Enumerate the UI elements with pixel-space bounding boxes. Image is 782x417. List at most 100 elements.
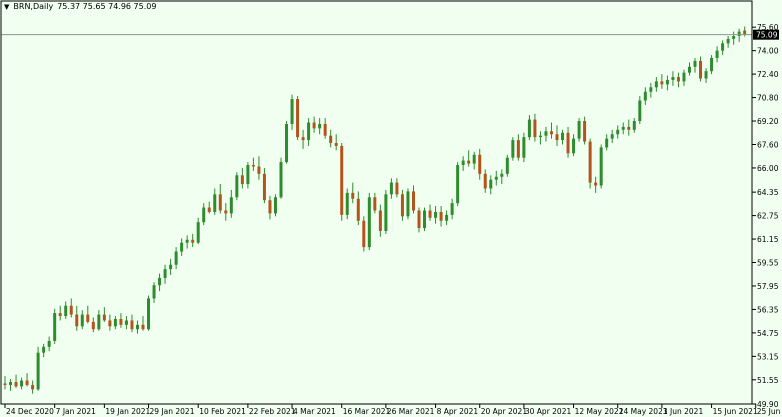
candle xyxy=(102,307,106,322)
candle xyxy=(710,55,714,75)
x-tick-label: 24 Dec 2020 xyxy=(6,407,54,416)
candle xyxy=(450,198,454,220)
candle xyxy=(86,305,90,324)
candle xyxy=(434,206,438,224)
candle xyxy=(36,346,40,391)
candle xyxy=(158,273,162,292)
candle xyxy=(196,217,200,245)
candle xyxy=(373,192,377,214)
candle xyxy=(389,178,393,199)
candle xyxy=(9,379,13,391)
candle-body-down xyxy=(257,166,261,174)
candlestick-chart[interactable]: 75.6074.0072.4070.8069.2067.6066.0064.35… xyxy=(0,0,782,417)
x-tick-label: 4 Mar 2021 xyxy=(293,407,336,416)
candle xyxy=(561,129,565,145)
y-tick-label: 61.15 xyxy=(757,235,779,244)
candle-body-down xyxy=(743,30,747,35)
candle xyxy=(599,144,603,189)
candle-body-up xyxy=(621,126,625,130)
candle-body-up xyxy=(704,71,708,79)
candle xyxy=(235,172,239,201)
candle-body-up xyxy=(605,138,609,148)
candle-body-up xyxy=(124,320,128,325)
candle-body-up xyxy=(544,131,548,136)
triangle-down-icon[interactable]: ▼ xyxy=(4,3,9,11)
candle-body-down xyxy=(676,77,680,82)
chart-window[interactable]: 75.60 74.00 72.40 70.80 69.20 67.60 66.00 64.35… xyxy=(0,0,782,417)
candle xyxy=(31,380,35,394)
candle xyxy=(323,118,327,139)
y-tick-label: 54.75 xyxy=(757,329,779,338)
candle xyxy=(75,305,79,331)
x-tick-label: 10 Feb 2021 xyxy=(199,407,246,416)
candle xyxy=(461,156,465,171)
candle-body-up xyxy=(505,157,509,174)
candle xyxy=(312,116,316,133)
candle xyxy=(500,169,504,185)
candle xyxy=(163,264,167,284)
candle-body-down xyxy=(14,382,18,387)
candle xyxy=(240,167,244,189)
candle xyxy=(20,377,24,390)
candle-body-up xyxy=(632,121,636,130)
candle-body-up xyxy=(290,99,294,124)
y-tick-label: 74.00 xyxy=(757,47,779,56)
candle xyxy=(356,191,360,226)
candle xyxy=(257,156,261,180)
candle-body-down xyxy=(207,207,211,212)
candle xyxy=(180,238,184,256)
candle-body-up xyxy=(721,43,725,51)
candle-body-down xyxy=(362,220,366,248)
candle xyxy=(467,150,471,167)
candle-body-down xyxy=(3,383,7,385)
x-tick-label: 3 Jun 2021 xyxy=(663,407,704,416)
candle xyxy=(527,115,531,141)
candle-body-up xyxy=(235,175,239,198)
candle-body-up xyxy=(135,324,139,330)
candle-body-up xyxy=(737,31,741,36)
candle xyxy=(113,316,117,330)
candle-body-down xyxy=(478,154,482,174)
candle xyxy=(64,301,68,319)
candle xyxy=(351,182,355,204)
candle xyxy=(362,216,366,252)
candle-body-up xyxy=(710,57,714,72)
candle xyxy=(439,206,443,227)
candle xyxy=(533,113,537,142)
candle-body-down xyxy=(251,165,255,167)
candle xyxy=(262,167,266,204)
candle xyxy=(395,178,399,198)
candle-body-up xyxy=(147,298,151,330)
candle xyxy=(687,62,691,76)
candle xyxy=(224,203,228,221)
candle-body-down xyxy=(411,191,415,211)
candle-body-up xyxy=(610,134,614,139)
candle-body-down xyxy=(102,314,106,321)
candle-body-up xyxy=(163,269,167,278)
candle xyxy=(213,188,217,215)
candle xyxy=(671,71,675,86)
candle-body-up xyxy=(80,314,84,327)
candle-body-up xyxy=(9,382,13,385)
candle xyxy=(147,295,151,331)
candle-body-up xyxy=(196,222,200,243)
candle xyxy=(124,316,128,330)
time-axis[interactable]: 24 Dec 2020 7 Jan 2021 19 Jan 2021 29 Jan 2… xyxy=(4,404,782,416)
y-tick-label: 64.35 xyxy=(757,188,779,197)
candle xyxy=(152,282,156,303)
price-axis[interactable]: 75.6074.0072.4070.8069.2067.6066.0064.35… xyxy=(752,23,779,409)
candle-body-down xyxy=(119,318,123,325)
candle xyxy=(632,118,636,133)
candle-body-down xyxy=(588,141,592,183)
candle-body-up xyxy=(687,66,691,73)
candle-body-down xyxy=(75,314,79,327)
candle-body-down xyxy=(566,132,570,154)
candle-body-up xyxy=(445,214,449,221)
candle xyxy=(185,235,189,249)
candle-body-down xyxy=(378,210,382,231)
price-box-label: 75.09 xyxy=(756,31,778,40)
candle-body-up xyxy=(654,81,658,88)
candle-body-down xyxy=(329,135,333,144)
candle-body-down xyxy=(268,200,272,214)
candle-body-up xyxy=(511,140,515,158)
